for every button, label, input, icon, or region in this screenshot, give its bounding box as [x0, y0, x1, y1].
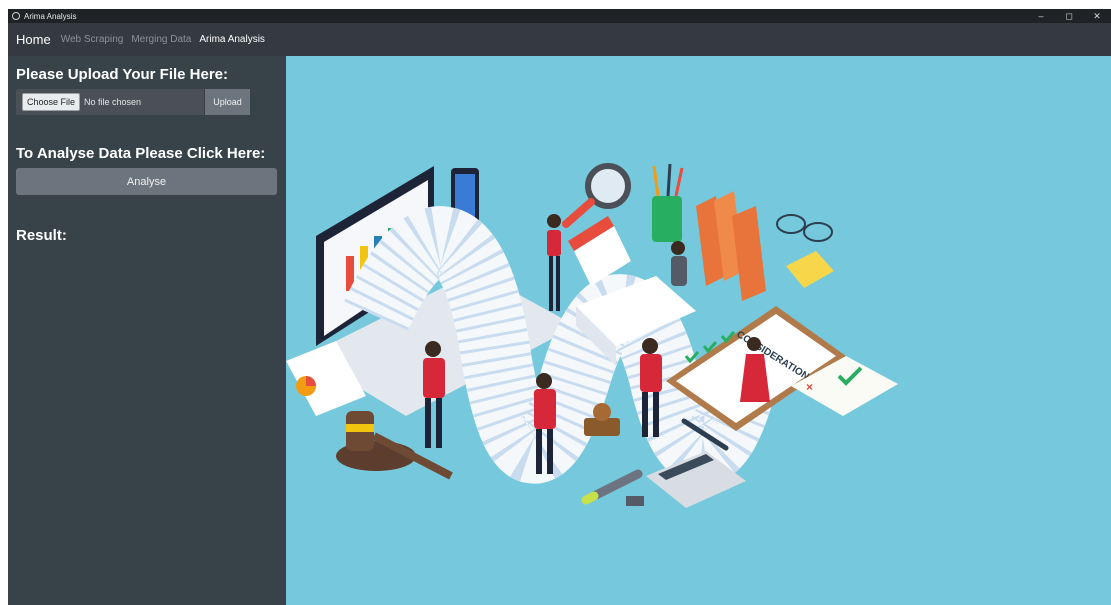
man-left-body: [423, 358, 445, 398]
nav-arima-analysis[interactable]: Arima Analysis: [199, 34, 265, 45]
upload-form: Choose File No file chosen Upload: [16, 89, 250, 115]
file-input[interactable]: Choose File No file chosen: [16, 89, 204, 115]
man-left-head: [425, 341, 441, 357]
sidebar: Please Upload Your File Here: Choose Fil…: [8, 56, 286, 605]
man-right-body: [640, 354, 662, 392]
app-icon: [12, 12, 20, 20]
window-controls: – ◻ ✕: [1027, 9, 1111, 23]
upload-heading: Please Upload Your File Here:: [16, 66, 229, 83]
file-status: No file chosen: [84, 97, 142, 107]
analyse-heading: To Analyse Data Please Click Here:: [16, 145, 266, 162]
app-window: Arima Analysis – ◻ ✕ Home Web Scraping M…: [8, 9, 1111, 605]
illustration: CONSIDERATIONS ×: [286, 56, 1111, 605]
upload-button[interactable]: Upload: [204, 89, 250, 115]
analyse-button[interactable]: Analyse: [16, 168, 277, 195]
result-heading: Result:: [16, 227, 67, 244]
nav-home[interactable]: Home: [16, 32, 51, 47]
man-right-head: [642, 338, 658, 354]
navbar: Home Web Scraping Merging Data Arima Ana…: [8, 23, 1111, 56]
title-bar: Arima Analysis – ◻ ✕: [8, 9, 1111, 23]
woman-head: [747, 337, 761, 351]
man-middle-body: [534, 389, 556, 429]
close-icon[interactable]: ✕: [1083, 9, 1111, 23]
presenter-head: [547, 214, 561, 228]
sitting-man-body: [671, 256, 687, 286]
minimize-icon[interactable]: –: [1027, 9, 1055, 23]
eraser-icon: [626, 496, 644, 506]
choose-file-button[interactable]: Choose File: [22, 93, 81, 111]
pencil-cup: [652, 196, 682, 242]
data-analysis-illustration: CONSIDERATIONS ×: [286, 56, 1111, 605]
window-title: Arima Analysis: [24, 11, 77, 21]
pencil-2: [666, 163, 672, 197]
nav-web-scraping[interactable]: Web Scraping: [61, 34, 124, 45]
maximize-icon[interactable]: ◻: [1055, 9, 1083, 23]
nav-merging-data[interactable]: Merging Data: [131, 34, 191, 45]
presenter-body: [547, 230, 561, 256]
book-cross: ×: [806, 380, 813, 394]
sitting-man-head: [671, 241, 685, 255]
man-middle-head: [536, 373, 552, 389]
